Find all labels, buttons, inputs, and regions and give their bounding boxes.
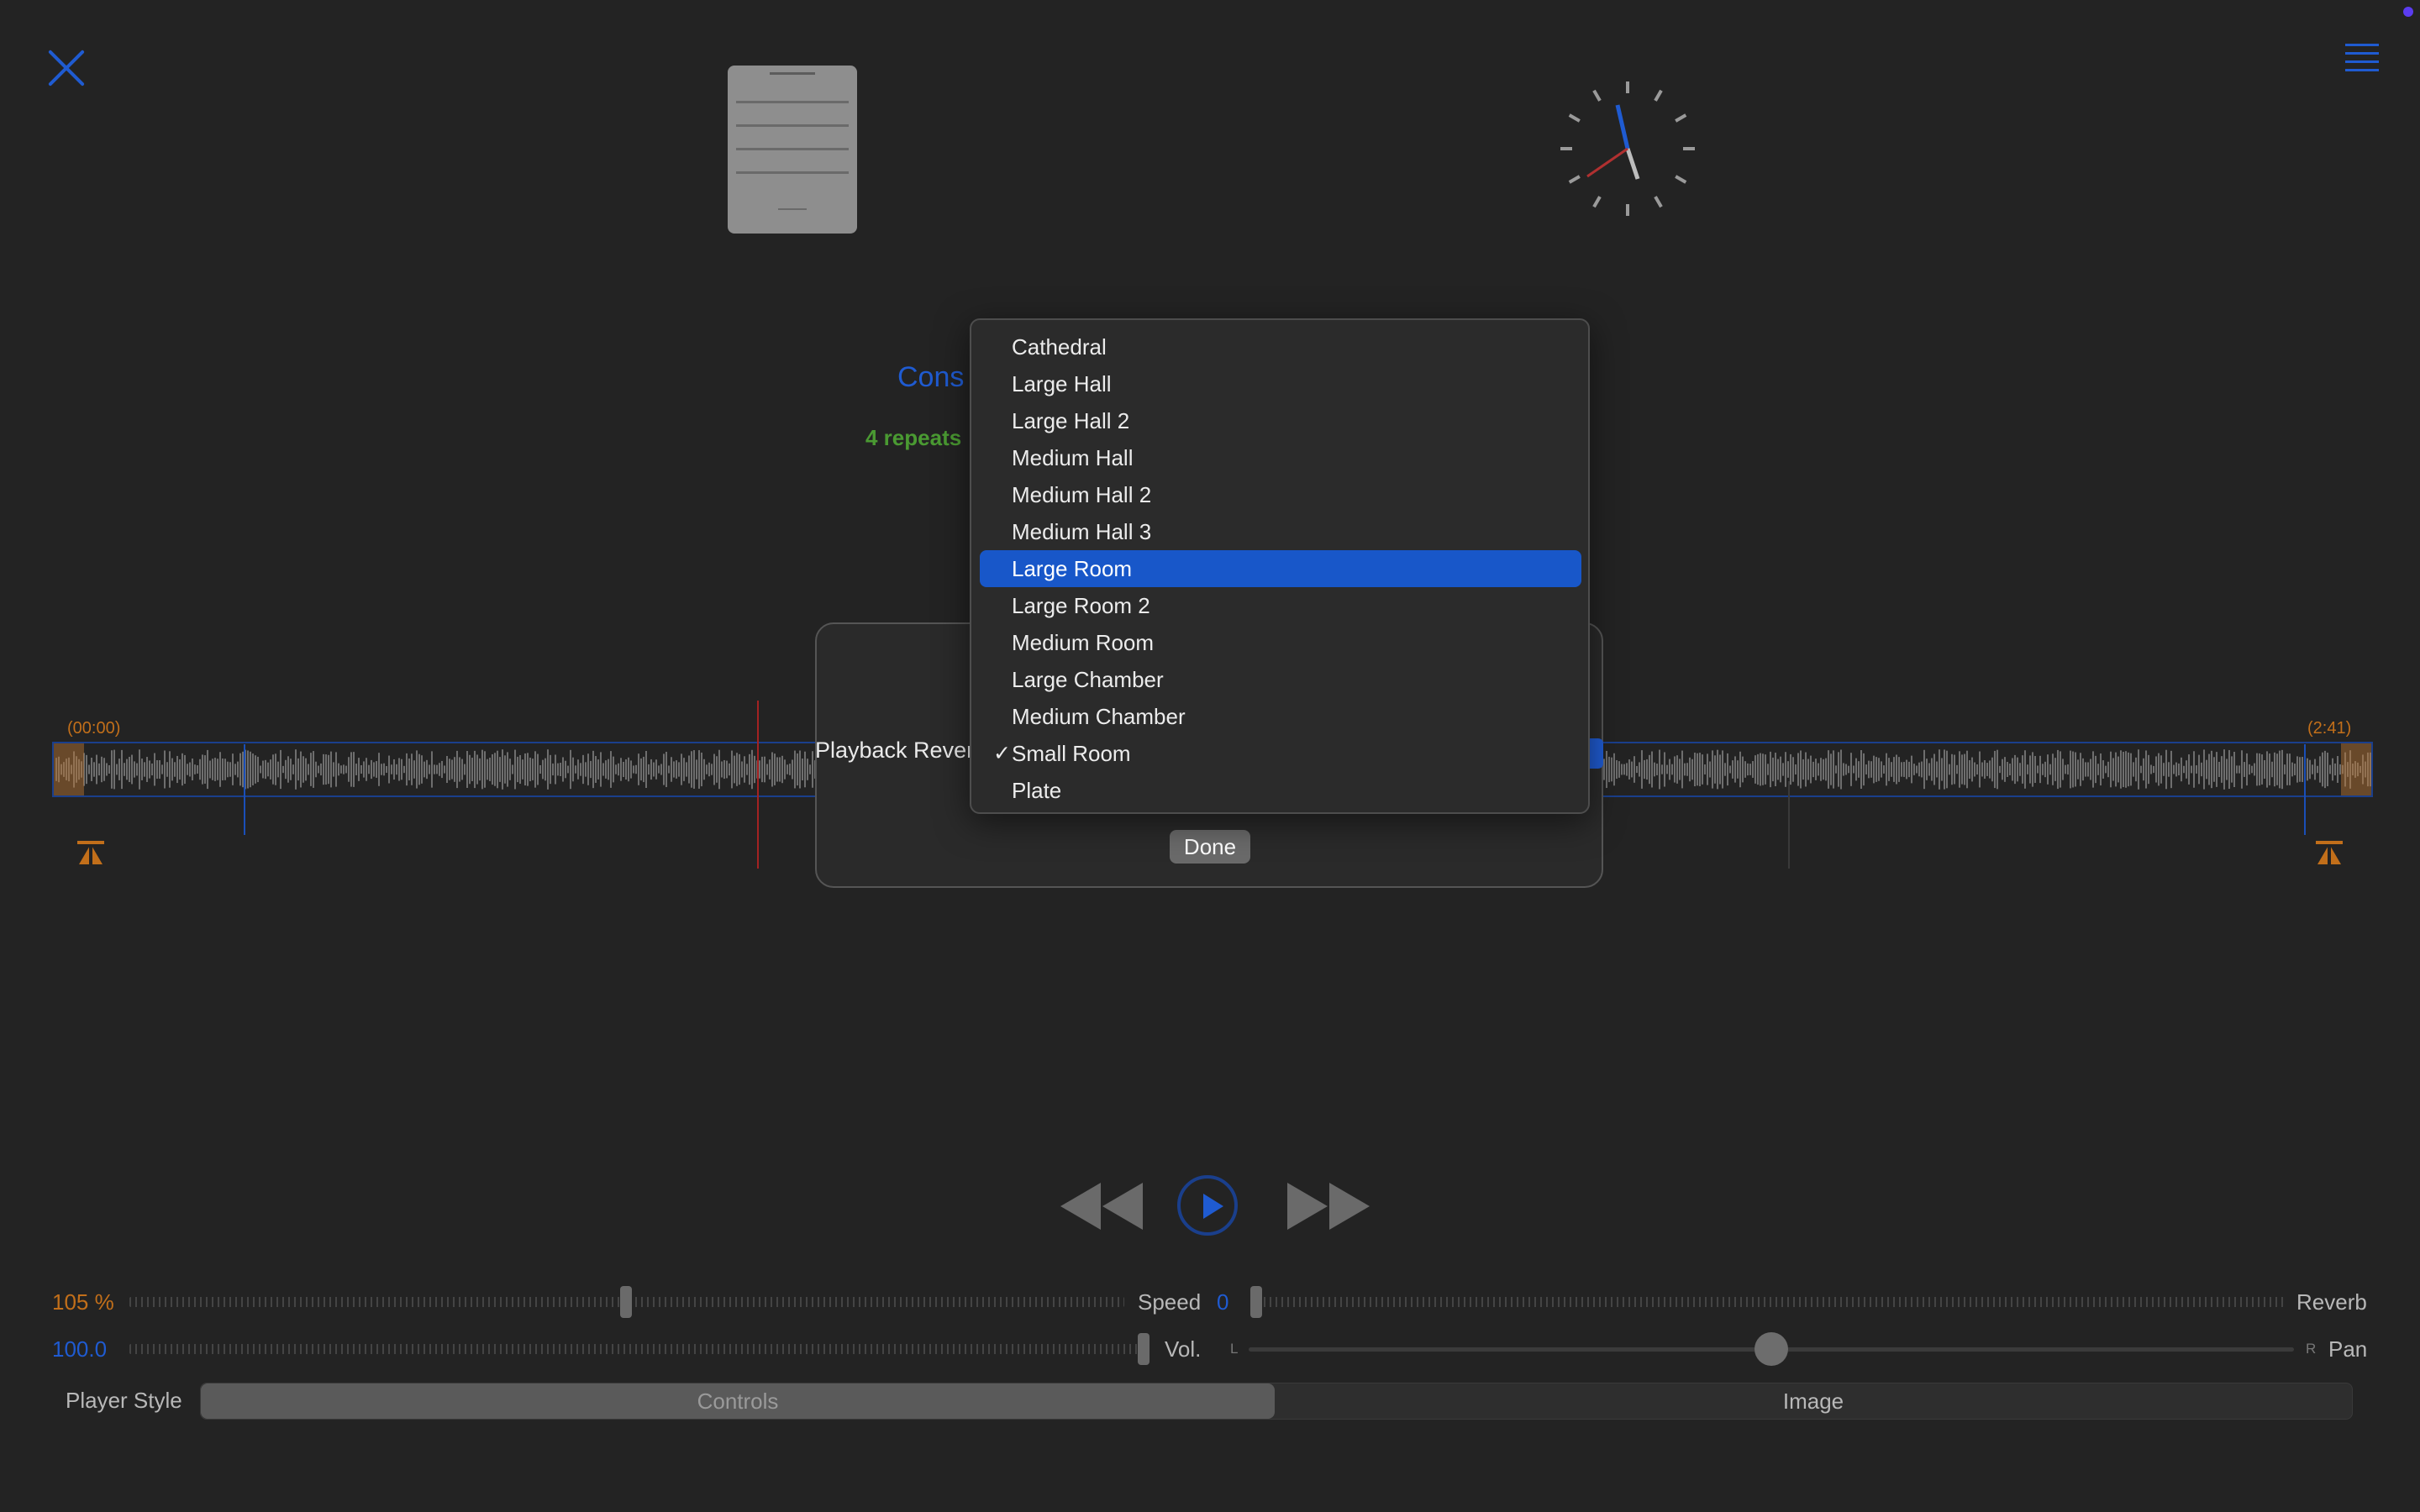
loop-start-marker[interactable] — [244, 744, 245, 835]
reverb-slider-thumb[interactable] — [1250, 1286, 1262, 1318]
dropdown-option-label: Medium Chamber — [1012, 704, 1186, 729]
volume-slider-thumb[interactable] — [1138, 1333, 1150, 1365]
dropdown-option[interactable]: ✓ Small Room — [980, 735, 1581, 772]
dropdown-option-label: Large Room 2 — [1012, 593, 1150, 618]
pan-right-label: R — [2306, 1341, 2317, 1357]
volume-slider[interactable] — [129, 1344, 1141, 1354]
dropdown-option-label: Large Hall 2 — [1012, 408, 1130, 433]
clock-icon — [1560, 81, 1695, 216]
dropdown-option[interactable]: Large Hall — [980, 365, 1581, 402]
volume-value: 100.0 — [52, 1336, 108, 1362]
dropdown-option-label: Large Room — [1012, 556, 1133, 581]
checkmark-icon: ✓ — [993, 742, 1011, 765]
dropdown-option[interactable]: Medium Hall 2 — [980, 476, 1581, 513]
pan-slider-thumb[interactable] — [1754, 1332, 1788, 1366]
loop-start-handle-icon[interactable] — [77, 841, 104, 864]
dropdown-option[interactable]: Medium Room — [980, 624, 1581, 661]
dropdown-option-label: Medium Hall 2 — [1012, 482, 1152, 507]
speed-slider-thumb[interactable] — [620, 1286, 632, 1318]
pan-left-label: L — [1230, 1341, 1239, 1357]
dropdown-option-label: Cathedral — [1012, 334, 1107, 360]
reverb-value: 0 — [1217, 1289, 1229, 1315]
dropdown-option[interactable]: Plate — [980, 772, 1581, 809]
hamburger-menu-icon[interactable] — [2345, 44, 2379, 72]
play-button[interactable] — [1177, 1175, 1238, 1236]
player-style-image[interactable]: Image — [1275, 1383, 2352, 1419]
track-title: Cons — [897, 361, 965, 393]
dropdown-option-label: Medium Hall — [1012, 445, 1134, 470]
status-indicator — [2403, 7, 2413, 17]
dropdown-option[interactable]: Cathedral — [980, 328, 1581, 365]
dropdown-option[interactable]: Medium Hall — [980, 439, 1581, 476]
dropdown-option[interactable]: Medium Hall 3 — [980, 513, 1581, 550]
sheet-music-thumbnail[interactable] — [728, 66, 857, 234]
playback-reverb-label: Playback Rever — [815, 738, 975, 763]
dropdown-option-label: Small Room — [1012, 741, 1131, 766]
loop-end-marker[interactable] — [2304, 744, 2306, 835]
player-style-segmented-control[interactable]: Controls Image — [200, 1383, 2353, 1420]
dropdown-option-label: Large Hall — [1012, 371, 1112, 396]
playhead[interactable] — [757, 701, 759, 869]
start-time: (00:00) — [67, 719, 121, 738]
reverb-slider[interactable] — [1252, 1297, 2284, 1307]
dropdown-option[interactable]: Large Room 2 — [980, 587, 1581, 624]
loop-end-handle-icon[interactable] — [2316, 841, 2343, 864]
close-icon[interactable] — [47, 49, 86, 87]
repeats-count: 4 repeats — [865, 425, 962, 450]
dropdown-option-label: Medium Room — [1012, 630, 1155, 655]
player-style-label: Player Style — [66, 1388, 182, 1413]
section-marker — [1788, 781, 1790, 869]
reverb-dropdown-menu: Cathedral Large Hall Large Hall 2 Medium Ha… — [970, 318, 1590, 814]
reverb-label: Reverb — [2296, 1289, 2367, 1315]
speed-value: 105 % — [52, 1289, 114, 1315]
volume-label: Vol. — [1165, 1336, 1202, 1362]
speed-label: Speed — [1138, 1289, 1202, 1315]
dropdown-option-label: Medium Hall 3 — [1012, 519, 1152, 544]
dropdown-option-label: Large Chamber — [1012, 667, 1164, 692]
dropdown-option[interactable]: Large Chamber — [980, 661, 1581, 698]
end-time: (2:41) — [2307, 719, 2352, 738]
rewind-icon[interactable] — [1060, 1183, 1144, 1230]
fast-forward-icon[interactable] — [1286, 1183, 1370, 1230]
pan-label: Pan — [2328, 1336, 2368, 1362]
dropdown-option-label: Plate — [1012, 778, 1062, 803]
player-style-controls[interactable]: Controls — [201, 1383, 1275, 1419]
dropdown-option[interactable]: Large Room — [980, 550, 1581, 587]
dropdown-option[interactable]: Large Hall 2 — [980, 402, 1581, 439]
dropdown-option[interactable]: Medium Chamber — [980, 698, 1581, 735]
done-button[interactable]: Done — [1170, 830, 1250, 864]
